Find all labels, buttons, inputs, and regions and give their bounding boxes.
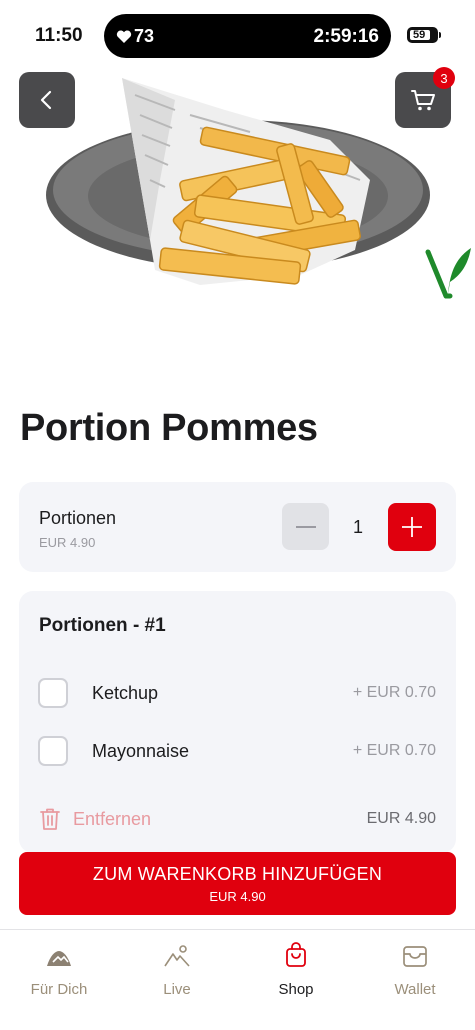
tab-fuer-dich[interactable]: Für Dich (0, 940, 118, 998)
remove-button[interactable]: Entfernen (39, 807, 151, 831)
tab-live[interactable]: Live (118, 940, 236, 998)
add-to-cart-button[interactable]: ZUM WARENKORB HINZUFÜGEN EUR 4.90 (19, 852, 456, 915)
plus-icon (402, 517, 422, 537)
option-row-ketchup[interactable]: Ketchup + EUR 0.70 (19, 678, 456, 708)
tab-wallet[interactable]: Wallet (356, 940, 474, 998)
tab-label: Shop (278, 981, 314, 998)
activity-timer: 2:59:16 (313, 26, 380, 47)
tab-shop[interactable]: Shop (237, 940, 355, 998)
bottom-tab-bar: Für Dich Live Shop Wallet (0, 929, 475, 1030)
options-total-price: EUR 4.90 (366, 810, 436, 827)
minus-icon (295, 525, 316, 528)
wallet-icon (403, 946, 427, 967)
heart-icon (116, 29, 132, 43)
option-label: Ketchup (92, 683, 159, 703)
back-button[interactable] (19, 72, 75, 128)
increase-quantity-button[interactable] (388, 503, 436, 551)
option-label: Mayonnaise (92, 741, 190, 761)
dynamic-island: 73 2:59:16 (104, 14, 391, 58)
vegan-leaf-icon (425, 248, 471, 299)
battery-icon: 59 (407, 27, 441, 43)
heart-rate: 73 (116, 26, 154, 47)
cart-button[interactable]: 3 (395, 67, 455, 128)
mountain-icon (47, 951, 71, 966)
option-price: + EUR 0.70 (352, 684, 436, 701)
remove-label: Entfernen (73, 808, 152, 829)
portion-label: Portionen (39, 508, 117, 528)
portion-price: EUR 4.90 (39, 535, 96, 550)
option-row-mayonnaise[interactable]: Mayonnaise + EUR 0.70 (19, 736, 456, 766)
mountain-sun-icon (164, 945, 190, 967)
shopping-bag-icon (286, 942, 306, 967)
portion-options-card: Portionen - #1 Ketchup + EUR 0.70 Mayonn… (19, 591, 456, 853)
quantity-value: 1 (352, 517, 363, 537)
options-title: Portionen - #1 (39, 615, 166, 636)
portion-quantity-card: Portionen EUR 4.90 1 (19, 482, 456, 572)
option-price: + EUR 0.70 (352, 742, 436, 759)
battery-level: 59 (413, 29, 426, 41)
tab-label: Wallet (394, 981, 436, 998)
add-to-cart-label: ZUM WARENKORB HINZUFÜGEN (92, 864, 383, 884)
tab-label: Live (163, 981, 191, 998)
ketchup-checkbox[interactable] (38, 678, 68, 708)
status-time: 11:50 (35, 25, 83, 46)
heart-rate-value: 73 (134, 26, 155, 46)
cart-icon (411, 90, 435, 111)
mayonnaise-checkbox[interactable] (38, 736, 68, 766)
status-bar: 11:50 73 2:59:16 59 (0, 0, 475, 64)
chevron-left-icon (40, 90, 52, 110)
add-to-cart-price: EUR 4.90 (209, 889, 266, 904)
trash-icon (40, 808, 60, 830)
cart-count-badge: 3 (433, 67, 455, 89)
product-title: Portion Pommes (20, 407, 318, 449)
decrease-quantity-button[interactable] (282, 503, 329, 550)
tab-label: Für Dich (30, 981, 88, 998)
